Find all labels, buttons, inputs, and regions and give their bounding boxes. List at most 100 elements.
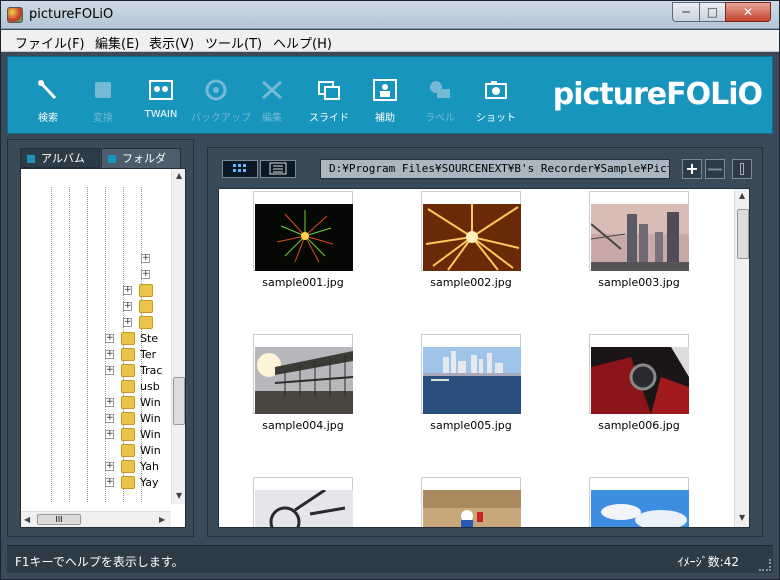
scroll-left-icon[interactable]: ◀ <box>24 515 30 524</box>
close-button[interactable]: ✕ <box>725 2 771 22</box>
expand-icon[interactable]: + <box>123 302 132 311</box>
thumbnail-cell[interactable] <box>253 477 353 527</box>
scroll-down-icon[interactable]: ▼ <box>176 491 182 500</box>
thumbnail-cell[interactable] <box>589 477 689 527</box>
expand-icon[interactable]: + <box>105 398 114 407</box>
twain-icon <box>149 80 173 100</box>
tree-row[interactable]: + <box>123 315 171 331</box>
grid-view-icon <box>233 164 246 172</box>
tree-row[interactable]: + <box>123 299 171 315</box>
folder-icon <box>121 476 135 489</box>
folder-tree[interactable]: + + + + + + Ste + Ter + Trac usb + Win + Win … <box>20 168 186 528</box>
app-icon[interactable] <box>7 7 23 23</box>
list-view-icon <box>269 162 287 175</box>
expand-icon[interactable]: + <box>105 462 114 471</box>
expand-icon[interactable]: + <box>123 318 132 327</box>
expand-icon[interactable]: + <box>123 286 132 295</box>
grid-vertical-scrollbar[interactable]: ▲ ▼ <box>734 189 749 527</box>
scroll-thumb[interactable]: III <box>37 514 81 525</box>
thumbnail-image <box>255 347 353 414</box>
tool-search[interactable]: 検索 <box>23 65 73 129</box>
scroll-up-icon[interactable]: ▲ <box>739 191 745 200</box>
thumbnail-cell[interactable] <box>421 334 521 414</box>
zoom-in-button[interactable]: + <box>682 159 702 179</box>
resize-grip-icon[interactable] <box>759 559 771 571</box>
thumbnail-cell[interactable] <box>589 191 689 271</box>
expand-icon[interactable]: + <box>105 366 114 375</box>
tool-twain[interactable]: TWAIN <box>136 65 186 129</box>
tree-row[interactable]: + Win <box>105 427 171 443</box>
tab-album[interactable]: アルバム <box>20 148 100 168</box>
thumbnail-filename: sample005.jpg <box>430 419 512 432</box>
tree-row[interactable]: + Win <box>105 395 171 411</box>
tool-label: 補助 <box>375 113 395 124</box>
folder-panel: アルバム フォルダ + + + + + + Ste + Ter + Trac usb … <box>7 139 194 537</box>
minimize-button[interactable]: ─ <box>672 2 700 22</box>
tree-row[interactable]: + Yah <box>105 459 171 475</box>
folder-icon <box>121 348 135 361</box>
list-view-button[interactable] <box>260 160 296 178</box>
menu-file[interactable]: ファイル(F) <box>15 33 85 52</box>
maximize-button[interactable]: □ <box>699 2 726 22</box>
expand-icon[interactable]: + <box>105 430 114 439</box>
tree-row[interactable]: + Ter <box>105 347 171 363</box>
thumbnail-cell[interactable] <box>253 334 353 414</box>
tree-row[interactable]: + <box>123 283 171 299</box>
slider-handle-button[interactable] <box>732 159 752 179</box>
expand-icon[interactable]: + <box>105 350 114 359</box>
tool-label-btn[interactable]: ラベル <box>415 65 465 129</box>
tree-row[interactable]: Win <box>105 443 171 459</box>
tool-shot[interactable]: ショット <box>471 65 521 129</box>
backup-icon <box>205 79 227 101</box>
scroll-down-icon[interactable]: ▼ <box>739 513 745 522</box>
tree-row[interactable]: + <box>141 267 171 283</box>
tool-slide[interactable]: スライド <box>304 65 354 129</box>
tree-row[interactable]: + Yay <box>105 475 171 491</box>
tree-row[interactable]: + Trac <box>105 363 171 379</box>
thumbnail-image <box>255 204 353 271</box>
tree-row[interactable]: + Ste <box>105 331 171 347</box>
brand-logo: pictureFOLiO <box>552 77 763 112</box>
scroll-up-icon[interactable]: ▲ <box>176 171 182 180</box>
folder-icon <box>121 460 135 473</box>
scroll-thumb[interactable] <box>737 209 749 259</box>
expand-icon[interactable]: + <box>141 270 150 279</box>
tree-label: Win <box>140 444 161 457</box>
tree-horizontal-scrollbar[interactable]: ◀ III ▶ <box>21 511 171 527</box>
expand-icon[interactable]: + <box>141 254 150 263</box>
menu-tools[interactable]: ツール(T) <box>205 33 262 52</box>
zoom-out-button[interactable]: — <box>705 159 725 179</box>
thumbnail-cell[interactable] <box>421 477 521 527</box>
tree-vertical-scrollbar[interactable]: ▲ ▼ <box>171 169 185 504</box>
folder-icon <box>121 396 135 409</box>
status-message: F1キーでヘルプを表示します。 <box>15 555 184 569</box>
tree-row[interactable]: usb <box>105 379 171 395</box>
window-title: pictureFOLiO <box>29 7 114 22</box>
expand-icon[interactable]: + <box>105 414 114 423</box>
tree-label: Trac <box>140 364 163 377</box>
tree-label: usb <box>140 380 160 393</box>
thumbnail-cell[interactable] <box>589 334 689 414</box>
tree-row[interactable]: + <box>141 251 171 267</box>
scroll-right-icon[interactable]: ▶ <box>159 515 165 524</box>
scroll-thumb[interactable] <box>173 377 185 425</box>
tool-assist[interactable]: 補助 <box>360 65 410 129</box>
expand-icon[interactable]: + <box>105 478 114 487</box>
tree-label: Win <box>140 428 161 441</box>
tool-edit[interactable]: 編集 <box>247 65 297 129</box>
tree-label: Yah <box>140 460 159 473</box>
tool-convert[interactable]: 変換 <box>78 65 128 129</box>
tree-label: Ter <box>140 348 157 361</box>
tool-backup[interactable]: バックアップ <box>191 65 251 129</box>
menu-help[interactable]: ヘルプ(H) <box>273 33 332 52</box>
menu-edit[interactable]: 編集(E) <box>95 33 139 52</box>
thumbnail-cell[interactable] <box>421 191 521 271</box>
grid-view-button[interactable] <box>222 160 258 178</box>
menu-view[interactable]: 表示(V) <box>149 33 194 52</box>
expand-icon[interactable]: + <box>105 334 114 343</box>
tab-folder[interactable]: フォルダ <box>101 148 181 168</box>
thumbnail-cell[interactable] <box>253 191 353 271</box>
tree-row[interactable]: + Win <box>105 411 171 427</box>
tab-label: フォルダ <box>122 152 166 165</box>
path-field[interactable]: D:¥Program Files¥SOURCENEXT¥B's Recorder… <box>320 159 670 179</box>
